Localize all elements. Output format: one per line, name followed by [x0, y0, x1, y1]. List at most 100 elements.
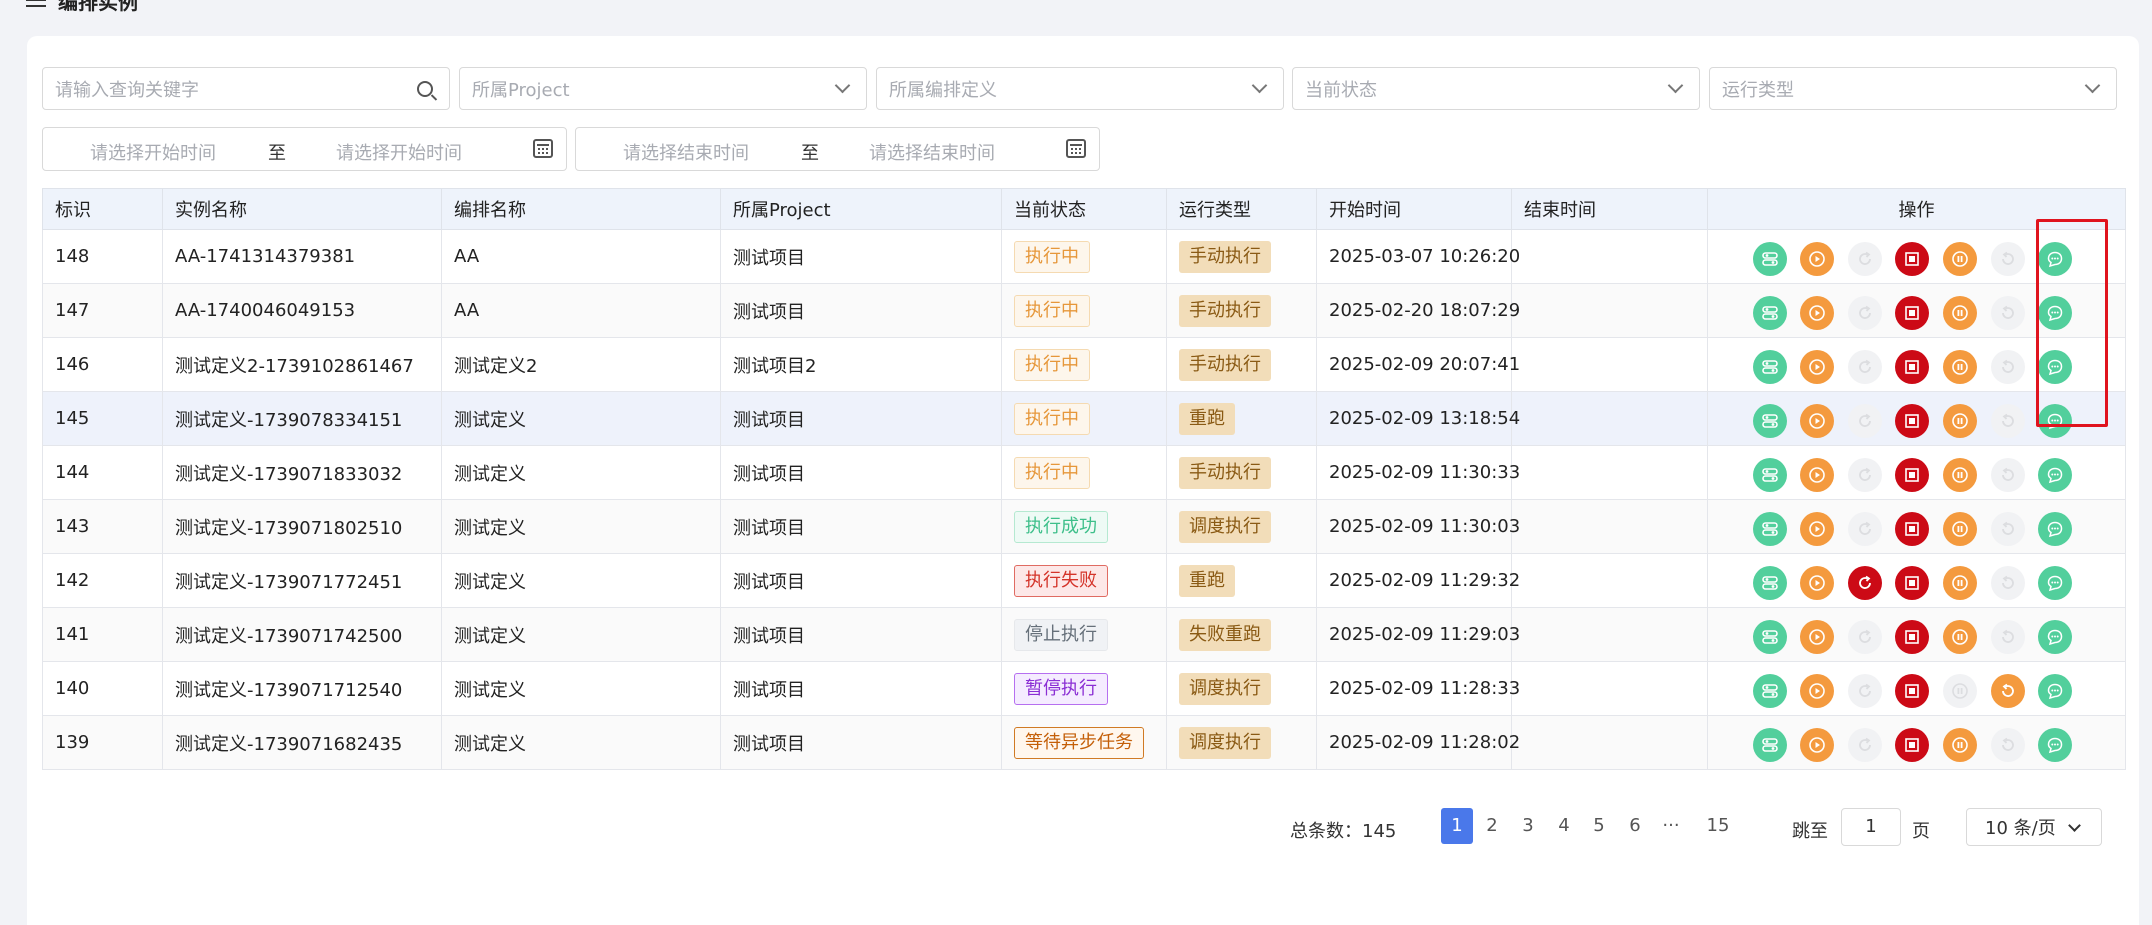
page-3[interactable]: 3 [1512, 808, 1544, 844]
table-row[interactable]: 148 AA-1741314379381 AA 测试项目 执行中 手动执行 2025-03-… [42, 229, 2126, 284]
play-button[interactable] [1800, 620, 1834, 654]
rerun-button[interactable] [1848, 728, 1882, 762]
search-icon[interactable] [417, 80, 433, 97]
settings-button[interactable] [1753, 296, 1787, 330]
stop-button[interactable] [1895, 620, 1929, 654]
message-button[interactable] [2038, 566, 2072, 600]
pause-button[interactable] [1943, 674, 1977, 708]
stop-button[interactable] [1895, 296, 1929, 330]
play-button[interactable] [1800, 728, 1834, 762]
pause-button[interactable] [1943, 242, 1977, 276]
rerun-button[interactable] [1848, 350, 1882, 384]
stop-button[interactable] [1895, 566, 1929, 600]
page-size-select[interactable]: 10 条/页 [1966, 808, 2102, 846]
table-row[interactable]: 146 测试定义2-1739102861467 测试定义2 测试项目2 执行中 手动执行 2… [42, 337, 2126, 392]
play-button[interactable] [1800, 404, 1834, 438]
rerun-button[interactable] [1848, 458, 1882, 492]
table-row[interactable]: 140 测试定义-1739071712540 测试定义 测试项目 暂停执行 调度执行 202… [42, 661, 2126, 716]
definition-select[interactable]: 所属编排定义 [876, 67, 1284, 110]
page-1[interactable]: 1 [1441, 808, 1473, 844]
stop-button[interactable] [1895, 512, 1929, 546]
play-button[interactable] [1800, 458, 1834, 492]
play-button[interactable] [1800, 296, 1834, 330]
pause-button[interactable] [1943, 404, 1977, 438]
stop-button[interactable] [1895, 728, 1929, 762]
table-row[interactable]: 145 测试定义-1739078334151 测试定义 测试项目 执行中 重跑 2025-0… [42, 391, 2126, 446]
settings-button[interactable] [1753, 458, 1787, 492]
message-button[interactable] [2038, 728, 2072, 762]
page-ellipsis[interactable]: ··· [1655, 808, 1687, 844]
table-row[interactable]: 143 测试定义-1739071802510 测试定义 测试项目 执行成功 调度执行 202… [42, 499, 2126, 554]
settings-button[interactable] [1753, 620, 1787, 654]
page-4[interactable]: 4 [1548, 808, 1580, 844]
message-button[interactable] [2038, 458, 2072, 492]
calendar-icon[interactable] [533, 139, 553, 158]
message-button[interactable] [2038, 512, 2072, 546]
pause-button[interactable] [1943, 296, 1977, 330]
resume-button[interactable] [1991, 242, 2025, 276]
rerun-button[interactable] [1848, 512, 1882, 546]
stop-button[interactable] [1895, 242, 1929, 276]
play-button[interactable] [1800, 674, 1834, 708]
rerun-button[interactable] [1848, 242, 1882, 276]
calendar-icon[interactable] [1066, 139, 1086, 158]
resume-button[interactable] [1991, 458, 2025, 492]
settings-button[interactable] [1753, 404, 1787, 438]
pause-button[interactable] [1943, 566, 1977, 600]
page-2[interactable]: 2 [1476, 808, 1508, 844]
pause-button[interactable] [1943, 620, 1977, 654]
start-time-range[interactable]: 请选择开始时间 至 请选择开始时间 [42, 127, 567, 171]
jump-input[interactable]: 1 [1841, 808, 1901, 846]
play-button[interactable] [1800, 242, 1834, 276]
settings-button[interactable] [1753, 350, 1787, 384]
table-row[interactable]: 147 AA-1740046049153 AA 测试项目 执行中 手动执行 2025-02-… [42, 283, 2126, 338]
settings-button[interactable] [1753, 512, 1787, 546]
resume-button[interactable] [1991, 404, 2025, 438]
resume-button[interactable] [1991, 296, 2025, 330]
settings-button[interactable] [1753, 674, 1787, 708]
page-5[interactable]: 5 [1583, 808, 1615, 844]
pause-button[interactable] [1943, 458, 1977, 492]
resume-button[interactable] [1991, 350, 2025, 384]
message-button[interactable] [2038, 620, 2072, 654]
resume-button[interactable] [1991, 674, 2025, 708]
resume-button[interactable] [1991, 512, 2025, 546]
stop-button[interactable] [1895, 458, 1929, 492]
play-button[interactable] [1800, 512, 1834, 546]
cell-status: 暂停执行 [1001, 661, 1167, 716]
run-type-badge: 调度执行 [1179, 510, 1271, 543]
pause-button[interactable] [1943, 350, 1977, 384]
pause-button[interactable] [1943, 728, 1977, 762]
stop-button[interactable] [1895, 350, 1929, 384]
rerun-button[interactable] [1848, 404, 1882, 438]
settings-button[interactable] [1753, 566, 1787, 600]
rerun-button[interactable] [1848, 674, 1882, 708]
page-15[interactable]: 15 [1702, 808, 1734, 844]
table-row[interactable]: 141 测试定义-1739071742500 测试定义 测试项目 停止执行 失败重跑 202… [42, 607, 2126, 662]
run-type-select[interactable]: 运行类型 [1709, 67, 2117, 110]
settings-button[interactable] [1753, 728, 1787, 762]
table-row[interactable]: 142 测试定义-1739071772451 测试定义 测试项目 执行失败 重跑 2025-… [42, 553, 2126, 608]
rerun-button[interactable] [1848, 620, 1882, 654]
rerun-icon [1856, 574, 1874, 592]
search-input[interactable]: 请输入查询关键字 [42, 67, 450, 110]
page-6[interactable]: 6 [1619, 808, 1651, 844]
settings-button[interactable] [1753, 242, 1787, 276]
rerun-button[interactable] [1848, 566, 1882, 600]
stop-button[interactable] [1895, 674, 1929, 708]
stop-button[interactable] [1895, 404, 1929, 438]
message-button[interactable] [2038, 674, 2072, 708]
rerun-button[interactable] [1848, 296, 1882, 330]
pause-icon [1951, 304, 1969, 322]
resume-button[interactable] [1991, 566, 2025, 600]
resume-button[interactable] [1991, 620, 2025, 654]
table-row[interactable]: 139 测试定义-1739071682435 测试定义 测试项目 等待异步任务 调度执行 2… [42, 715, 2126, 770]
status-select[interactable]: 当前状态 [1292, 67, 1700, 110]
play-button[interactable] [1800, 350, 1834, 384]
project-select[interactable]: 所属Project [459, 67, 867, 110]
end-time-range[interactable]: 请选择结束时间 至 请选择结束时间 [575, 127, 1100, 171]
table-row[interactable]: 144 测试定义-1739071833032 测试定义 测试项目 执行中 手动执行 2025… [42, 445, 2126, 500]
pause-button[interactable] [1943, 512, 1977, 546]
play-button[interactable] [1800, 566, 1834, 600]
resume-button[interactable] [1991, 728, 2025, 762]
